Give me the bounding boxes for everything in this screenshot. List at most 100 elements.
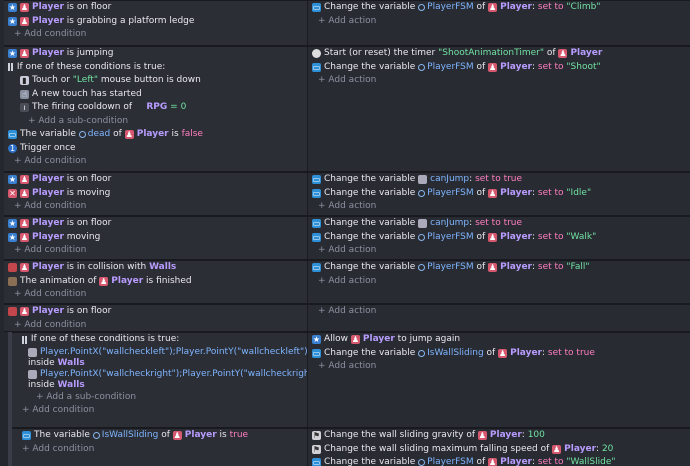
actions-column: Start (or reset) the timer "ShootAnimati… [307,47,690,171]
player-icon: ♟ [477,431,487,441]
run-icon: ⚑ [312,444,321,454]
event-block[interactable]: ♟ Player is on floor + Add condition + Ad… [4,304,690,332]
add-sub-condition-button[interactable]: + Add a sub-condition [8,115,304,129]
actions-column: ▭ Change the variable PlayerFSM of ♟ Playe… [307,261,690,303]
player-icon: ♟ [172,431,182,441]
events-sheet: ★ ♟ Player is on floor ★ ♟ Player is grabbin… [0,0,690,466]
action[interactable]: ⚑ Change the wall sliding maximum falling… [312,443,690,457]
condition[interactable]: ★ ♟ Player is on floor [8,173,304,187]
event-block[interactable]: ★ ♟ Player is on floor ✕ ♟ Player is moving … [4,172,690,216]
conditions-column: ▭ The variable IsWallSliding of ♟ Player i… [12,429,304,456]
object-variable-icon [418,459,426,466]
action[interactable]: ▭ Change the variable IsWallSliding of ♟ P… [312,347,690,361]
condition[interactable]: Player.PointX("wallcheckright");Player.P… [16,369,331,380]
object-variable-icon [418,233,426,241]
add-action-button[interactable]: + Add action [312,244,690,258]
object-variable-icon [418,63,426,71]
conditions-column: ★ ♟ Player is on floor ✕ ♟ Player is moving … [4,173,304,214]
rpg-icon: ı [20,103,29,113]
add-condition-button[interactable]: + Add condition [8,28,304,42]
action[interactable]: ▭ Change the variable PlayerFSM of ♟ Playe… [312,187,690,201]
player-icon: ♟ [498,348,508,358]
person-icon: ★ [8,49,17,59]
player-icon: ♟ [552,444,562,454]
condition[interactable]: ☝ A new touch has started [8,88,304,102]
action[interactable]: ▭ Change the variable PlayerFSM of ♟ Playe… [312,231,690,245]
object-variable-icon [92,432,100,440]
condition[interactable]: ▭ The variable dead of ♟ Player is false [8,128,304,142]
or-condition[interactable]: If one of these conditions is true: [16,333,304,347]
condition-continued: inside Walls [28,357,85,368]
add-condition-button[interactable]: + Add condition [16,404,304,418]
action[interactable]: ▭ Change the variable PlayerFSM of ♟ Playe… [312,61,690,75]
condition[interactable]: Player.PointX("wallcheckleft");Player.Po… [16,347,318,358]
mouse-icon: ▮ [20,76,29,86]
add-action-button[interactable]: + Add action [312,200,690,214]
add-condition-button[interactable]: + Add condition [8,288,304,302]
condition[interactable]: ♟ Player is in collision with Walls [8,261,304,275]
condition[interactable]: ★ ♟ Player is jumping [8,47,304,61]
object-variable-icon [418,4,426,12]
action[interactable]: ▭ Change the variable PlayerFSM of ♟ Playe… [312,456,690,466]
add-condition-button[interactable]: + Add condition [16,443,304,457]
conditions-column: ★ ♟ Player is on floor ★ ♟ Player is grabbin… [4,1,304,42]
sub-event-block[interactable]: If one of these conditions is true: Play… [12,332,690,428]
add-action-button[interactable]: + Add action [312,15,690,29]
collision-icon [8,307,17,317]
add-sub-condition-button[interactable]: + Add a sub-condition [16,391,304,405]
actions-column: + Add action [307,305,690,331]
player-icon: ♟ [20,263,29,273]
player-icon: ♟ [350,335,360,345]
condition[interactable]: ★ ♟ Player is on floor [8,217,304,231]
player-icon: ♟ [99,276,109,286]
action[interactable]: Start (or reset) the timer "ShootAnimati… [312,47,690,61]
action[interactable]: ★ Allow ♟ Player to jump again [312,333,690,347]
actions-column: ▭ Change the variable canJump: set to tru… [307,173,690,215]
player-icon: ♟ [20,16,29,26]
add-action-button[interactable]: + Add action [312,74,690,88]
actions-column: ⚑ Change the wall sliding gravity of ♟ Pla… [307,429,690,466]
player-icon: ♟ [488,232,498,242]
condition[interactable]: ♟ Player is on floor [8,305,304,319]
event-block[interactable]: ★ ♟ Player is jumping If one of these cond… [4,46,690,172]
condition[interactable]: ı The firing cooldown of RPG = 0 [8,101,304,115]
add-condition-button[interactable]: + Add condition [8,200,304,214]
condition[interactable]: 1 Trigger once [8,142,304,156]
condition[interactable]: ▮ Touch or "Left" mouse button is down [8,74,304,88]
or-icon [8,63,10,72]
add-condition-button[interactable]: + Add condition [8,244,304,258]
variable-icon: ▭ [312,263,321,273]
add-action-button[interactable]: + Add action [312,305,690,319]
condition[interactable]: ★ ♟ Player is on floor [8,1,304,15]
conditions-column: ♟ Player is in collision with Walls The a… [4,261,304,302]
or-icon [22,335,24,344]
event-block[interactable]: ♟ Player is in collision with Walls The a… [4,260,690,304]
action[interactable]: ▭ Change the variable PlayerFSM of ♟ Playe… [312,261,690,275]
animation-icon [8,276,17,286]
event-block[interactable]: ★ ♟ Player is on floor ★ ♟ Player moving + A… [4,216,690,260]
action[interactable]: ▭ Change the variable canJump: set to tru… [312,217,690,231]
variable-icon: ▭ [312,348,321,358]
event-block[interactable]: ★ ♟ Player is on floor ★ ♟ Player is grabbin… [4,0,690,46]
action[interactable]: ▭ Change the variable canJump: set to tru… [312,173,690,187]
player-icon: ♟ [20,3,29,13]
action[interactable]: ▭ Change the variable PlayerFSM of ♟ Playe… [312,1,690,15]
action[interactable]: ⚑ Change the wall sliding gravity of ♟ Pla… [312,429,690,443]
variable-icon: ▭ [22,431,31,441]
add-condition-button[interactable]: + Add condition [8,155,304,169]
object-variable-icon [418,264,426,272]
add-action-button[interactable]: + Add action [312,275,690,289]
condition[interactable]: The animation of ♟ Player is finished [8,275,304,289]
sub-event-block[interactable]: ▭ The variable IsWallSliding of ♟ Player i… [12,428,690,466]
condition[interactable]: ✕ ♟ Player is moving [8,187,304,201]
or-condition[interactable]: If one of these conditions is true: [8,61,304,75]
conditions-column: ★ ♟ Player is on floor ★ ♟ Player moving + A… [4,217,304,258]
condition[interactable]: ★ ♟ Player is grabbing a platform ledge [8,15,304,29]
variable-icon: ▭ [312,62,321,72]
add-condition-button[interactable]: + Add condition [8,319,304,333]
condition[interactable]: ★ ♟ Player moving [8,231,304,245]
global-variable-icon [418,219,428,229]
person-icon: ★ [312,335,321,345]
condition[interactable]: ▭ The variable IsWallSliding of ♟ Player i… [16,429,304,443]
add-action-button[interactable]: + Add action [312,360,690,374]
